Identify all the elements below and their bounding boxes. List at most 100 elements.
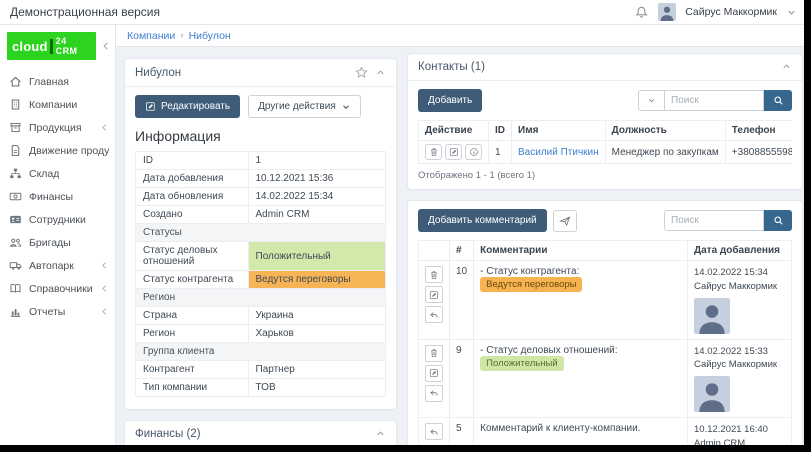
sidebar-item-label: Финансы — [29, 191, 73, 203]
sidebar-item-finance[interactable]: Финансы — [0, 185, 115, 208]
sidebar: cloud 24 CRM Главная Компании Продукция … — [0, 25, 116, 452]
author-avatar — [694, 376, 730, 412]
comment-date: 14.02.2022 15:33 — [694, 345, 785, 359]
file-icon — [9, 144, 22, 157]
sidebar-item-products[interactable]: Продукция — [0, 116, 115, 139]
logo-divider — [50, 39, 53, 54]
edit-icon — [429, 290, 439, 300]
sidebar-item-employees[interactable]: Сотрудники — [0, 208, 115, 231]
sidebar-item-home[interactable]: Главная — [0, 70, 115, 93]
status-badge: Положительный — [248, 242, 386, 271]
comments-search-button[interactable] — [764, 210, 792, 231]
contacts-search-input[interactable] — [664, 90, 764, 111]
sidebar-item-label: Склад — [29, 168, 59, 180]
money-icon — [9, 190, 22, 203]
chevron-down-icon — [647, 96, 656, 105]
comments-search-input[interactable] — [664, 210, 764, 231]
reply-icon — [429, 427, 439, 437]
delete-button[interactable] — [425, 266, 443, 283]
submenu-chevron-left-icon — [100, 306, 109, 318]
sitemap-icon — [9, 167, 22, 180]
reply-icon — [429, 388, 439, 398]
info-section-row: Регион — [136, 289, 386, 307]
breadcrumb-company-link[interactable]: Нибулон — [189, 30, 231, 42]
comment-author: Сайрус Маккормик — [694, 280, 785, 294]
comment-date: 10.12.2021 16:40 — [694, 423, 785, 437]
delete-button[interactable] — [425, 345, 443, 362]
reply-button[interactable] — [425, 423, 443, 440]
collapse-chevron-up-icon[interactable] — [375, 428, 386, 440]
status-badge: Положительный — [480, 356, 563, 371]
user-menu-chevron-down-icon[interactable] — [786, 6, 797, 18]
sidebar-item-warehouse[interactable]: Склад — [0, 162, 115, 185]
contact-row: 1 Василий Птичкин Менеджер по закупкам +… — [419, 141, 793, 164]
sidebar-item-label: Бригады — [29, 237, 71, 249]
country-link[interactable]: Украина — [248, 307, 386, 325]
window-right-border — [804, 0, 811, 452]
building-icon — [9, 98, 22, 111]
book-icon — [9, 282, 22, 295]
comments-card: Добавить комментарий — [407, 200, 803, 452]
search-icon — [773, 95, 784, 106]
sidebar-item-label: Справочники — [29, 283, 93, 295]
edit-icon — [429, 368, 439, 378]
company-info-table: ID1 Дата добавления10.12.2021 15:36 Дата… — [135, 151, 386, 397]
breadcrumb-companies-link[interactable]: Компании — [127, 30, 175, 42]
comment-row: 9 - Статус деловых отношений: Положитель… — [419, 339, 792, 418]
sidebar-item-companies[interactable]: Компании — [0, 93, 115, 116]
breadcrumb-separator: › — [180, 30, 183, 41]
region-link[interactable]: Харьков — [248, 325, 386, 343]
sidebar-item-directories[interactable]: Справочники — [0, 277, 115, 300]
collapse-chevron-up-icon[interactable] — [781, 61, 792, 73]
contacts-pagination: Отображено 1 - 1 (всего 1) — [408, 164, 802, 189]
trash-icon — [429, 147, 439, 157]
collapse-chevron-up-icon[interactable] — [375, 67, 386, 79]
contacts-filter-select[interactable] — [638, 90, 664, 111]
sidebar-item-autopark[interactable]: Автопарк — [0, 254, 115, 277]
contacts-card: Контакты (1) Добавить — [407, 53, 803, 190]
contacts-table: Действие ID Имя Должность Телефон Эл. по… — [418, 120, 792, 164]
company-card-title: Нибулон — [135, 67, 181, 79]
edit-button[interactable]: Редактировать — [135, 95, 240, 118]
chevron-down-icon — [341, 102, 351, 112]
notifications-bell-icon[interactable] — [634, 5, 649, 20]
reply-button[interactable] — [425, 306, 443, 323]
sidebar-item-brigades[interactable]: Бригады — [0, 231, 115, 254]
sidebar-collapse-icon[interactable] — [101, 40, 111, 52]
chart-icon — [9, 305, 22, 318]
info-row: СтранаУкраина — [136, 307, 386, 325]
info-row: Дата добавления10.12.2021 15:36 — [136, 170, 386, 188]
info-row: СозданоAdmin CRM — [136, 206, 386, 224]
contacts-search-button[interactable] — [764, 90, 792, 111]
sidebar-item-label: Продукция — [29, 122, 82, 134]
edit-icon — [145, 101, 156, 112]
info-row: Статус контрагентаВедутся переговоры — [136, 271, 386, 289]
sidebar-item-reports[interactable]: Отчеты — [0, 300, 115, 323]
author-avatar — [694, 298, 730, 334]
reply-button[interactable] — [425, 385, 443, 402]
users-icon — [9, 236, 22, 249]
sidebar-item-label: Автопарк — [29, 260, 74, 272]
sidebar-item-product-movement[interactable]: Движение продукции — [0, 139, 115, 162]
logo-text-24crm: 24 CRM — [56, 36, 91, 56]
window-bottom-border — [0, 445, 811, 452]
delete-button[interactable] — [425, 144, 442, 160]
user-menu-name[interactable]: Сайрус Маккормик — [685, 6, 777, 18]
edit-button[interactable] — [445, 144, 462, 160]
edit-button[interactable] — [425, 286, 443, 303]
home-icon — [9, 75, 22, 88]
logo[interactable]: cloud 24 CRM — [7, 32, 96, 60]
user-avatar[interactable] — [658, 3, 676, 21]
contact-name-link[interactable]: Василий Птичкин — [518, 147, 599, 158]
favorite-star-icon[interactable] — [355, 66, 368, 79]
edit-button[interactable] — [425, 365, 443, 382]
send-comment-button[interactable] — [553, 210, 577, 232]
add-comment-button[interactable]: Добавить комментарий — [418, 209, 547, 232]
contacts-add-button[interactable]: Добавить — [418, 89, 482, 112]
status-badge: Ведутся переговоры — [480, 277, 582, 292]
trash-icon — [429, 270, 439, 280]
info-button[interactable] — [465, 144, 482, 160]
id-card-icon — [9, 213, 22, 226]
other-actions-button[interactable]: Другие действия — [248, 95, 361, 118]
finance-card-title: Финансы (2) — [135, 428, 201, 440]
